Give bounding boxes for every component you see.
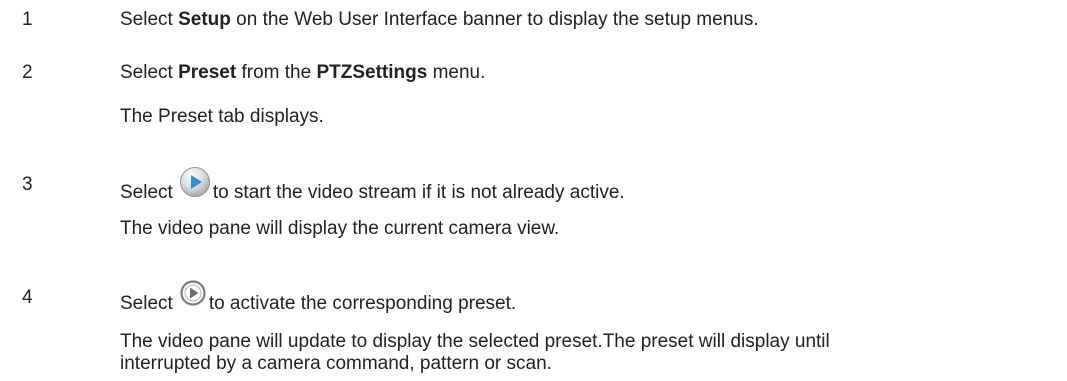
step-text-post: to activate the corresponding preset.	[208, 293, 517, 315]
step-number: 2	[22, 62, 33, 83]
step-text-pre: Select	[120, 62, 179, 83]
step-text-post: on the Web User Interface banner to disp…	[230, 9, 759, 30]
step-4-result-line-1: The video pane will update to display th…	[120, 331, 830, 352]
step-text-post: to start the video stream if it is not a…	[212, 182, 625, 204]
activate-preset-icon	[179, 279, 207, 313]
step-2-result: The Preset tab displays.	[120, 106, 324, 127]
menu-name-ptzsettings: PTZSettings	[316, 62, 428, 83]
step-text-pre: Select	[120, 182, 173, 204]
step-instruction: Select Setup on the Web User Interface b…	[120, 9, 759, 31]
step-number: 4	[22, 287, 33, 308]
step-number: 1	[22, 9, 33, 30]
menu-item-preset: Preset	[178, 62, 237, 83]
step-text-pre: Select	[120, 9, 179, 30]
step-text-mid: from the	[236, 62, 317, 83]
step-text-pre: Select	[120, 293, 173, 315]
menu-name-setup: Setup	[178, 9, 231, 30]
play-button-icon	[179, 166, 211, 204]
step-3-result: The video pane will display the current …	[120, 218, 560, 239]
step-text-post: menu.	[427, 62, 486, 83]
step-instruction: Select to start the video stream if it i…	[120, 167, 625, 212]
step-number: 3	[22, 174, 33, 195]
step-instruction: Select Preset from the PTZSettings menu.	[120, 62, 485, 84]
step-instruction: Select to activate the corresponding pre…	[120, 280, 517, 321]
step-4-result-line-2: interrupted by a camera command, pattern…	[120, 353, 552, 374]
